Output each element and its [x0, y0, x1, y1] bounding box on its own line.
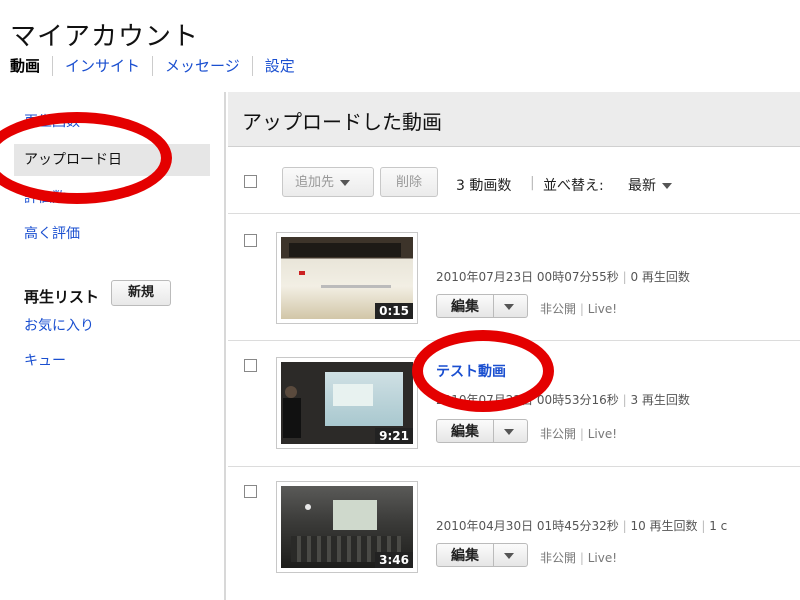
- thumbnail-image: 9:21: [281, 362, 413, 444]
- video-thumbnail[interactable]: 0:15: [276, 232, 418, 324]
- sidebar-item-upload-date[interactable]: アップロード日: [14, 144, 210, 176]
- add-to-button[interactable]: 追加先: [282, 167, 374, 197]
- toolbar-separator: |: [530, 175, 535, 191]
- edit-menu-button[interactable]: [494, 543, 528, 567]
- video-date: 2010年04月30日: [436, 519, 534, 533]
- video-toolbar: 追加先 削除 3 動画数 | 並べ替え: 最新: [228, 147, 800, 214]
- video-meta: 2010年07月22日 00時53分16秒 | 3 再生回数: [436, 391, 690, 408]
- sidebar-item-favorites[interactable]: お気に入り: [14, 310, 210, 342]
- video-checkbox[interactable]: [244, 485, 257, 498]
- video-views: 3 再生回数: [630, 393, 690, 407]
- chevron-down-icon: [504, 304, 514, 310]
- video-thumbnail[interactable]: 9:21: [276, 357, 418, 449]
- delete-button[interactable]: 削除: [380, 167, 438, 197]
- video-date: 2010年07月23日: [436, 270, 534, 284]
- video-count: 3 動画数: [456, 178, 512, 194]
- page-title: マイアカウント: [10, 22, 200, 52]
- video-views: 10 再生回数: [630, 519, 698, 533]
- video-date: 2010年07月22日: [436, 393, 534, 407]
- status-separator: |: [579, 427, 584, 441]
- new-playlist-button[interactable]: 新規: [111, 280, 171, 306]
- video-title-link[interactable]: テスト動画: [436, 361, 506, 381]
- select-all-checkbox[interactable]: [244, 175, 257, 188]
- account-tabs: 動画 インサイト メッセージ 設定: [10, 56, 307, 76]
- video-views: 0 再生回数: [630, 270, 690, 284]
- sort-value: 最新: [628, 178, 656, 194]
- video-duration: 9:21: [375, 428, 413, 444]
- playlist-heading: 再生リスト: [24, 288, 100, 306]
- privacy-status: 非公開: [540, 427, 577, 441]
- meta-separator: |: [701, 519, 706, 533]
- sidebar-item-top-rated[interactable]: 高く評価: [14, 218, 210, 250]
- sidebar-item-ratings[interactable]: 評価数: [14, 182, 210, 214]
- tab-settings[interactable]: 設定: [251, 56, 307, 76]
- edit-menu-button[interactable]: [494, 294, 528, 318]
- video-duration: 3:46: [375, 552, 413, 568]
- video-thumbnail[interactable]: 3:46: [276, 481, 418, 573]
- live-status: Live!: [587, 302, 618, 316]
- main-title: アップロードした動画: [242, 110, 442, 134]
- privacy-status: 非公開: [540, 302, 577, 316]
- meta-separator: |: [622, 270, 627, 284]
- sidebar-divider: [224, 92, 226, 600]
- video-time: 00時53分16秒: [536, 393, 619, 407]
- video-status: 非公開 | Live!: [540, 425, 617, 442]
- sort-dropdown[interactable]: 最新: [628, 175, 672, 195]
- live-status: Live!: [587, 551, 618, 565]
- sidebar-item-views[interactable]: 再生回数: [14, 106, 210, 138]
- video-row: 9:21 テスト動画 2010年07月22日 00時53分16秒 | 3 再生回…: [228, 341, 800, 467]
- privacy-status: 非公開: [540, 551, 577, 565]
- main-header: アップロードした動画: [228, 92, 800, 147]
- video-meta: 2010年07月23日 00時07分55秒 | 0 再生回数: [436, 268, 690, 285]
- tab-videos[interactable]: 動画: [10, 56, 52, 76]
- edit-menu-button[interactable]: [494, 419, 528, 443]
- tab-insight[interactable]: インサイト: [52, 56, 152, 76]
- add-to-label: 追加先: [295, 175, 335, 190]
- thumbnail-image: 0:15: [281, 237, 413, 319]
- status-separator: |: [579, 551, 584, 565]
- meta-separator: |: [622, 393, 627, 407]
- video-extra: 1 c: [709, 519, 728, 533]
- chevron-down-icon: [340, 179, 351, 186]
- account-header: マイアカウント 動画 インサイト メッセージ 設定: [0, 0, 800, 90]
- video-checkbox[interactable]: [244, 359, 257, 372]
- chevron-down-icon: [662, 183, 672, 189]
- video-checkbox[interactable]: [244, 234, 257, 247]
- status-separator: |: [579, 302, 584, 316]
- live-status: Live!: [587, 427, 618, 441]
- video-status: 非公開 | Live!: [540, 549, 617, 566]
- video-meta: 2010年04月30日 01時45分32秒 | 10 再生回数 | 1 c: [436, 517, 727, 534]
- sidebar-item-queue[interactable]: キュー: [14, 345, 210, 377]
- tab-messages[interactable]: メッセージ: [152, 56, 252, 76]
- meta-separator: |: [622, 519, 627, 533]
- chevron-down-icon: [504, 553, 514, 559]
- sort-label: 並べ替え:: [543, 178, 604, 194]
- video-duration: 0:15: [375, 303, 413, 319]
- chevron-down-icon: [504, 429, 514, 435]
- thumbnail-image: 3:46: [281, 486, 413, 568]
- edit-button[interactable]: 編集: [436, 419, 494, 443]
- video-status: 非公開 | Live!: [540, 300, 617, 317]
- video-time: 01時45分32秒: [536, 519, 619, 533]
- edit-button[interactable]: 編集: [436, 543, 494, 567]
- video-row: 3:46 2010年04月30日 01時45分32秒 | 10 再生回数 | 1…: [228, 467, 800, 600]
- video-row: 0:15 2010年07月23日 00時07分55秒 | 0 再生回数 編集 非…: [228, 214, 800, 341]
- video-time: 00時07分55秒: [536, 270, 619, 284]
- edit-button[interactable]: 編集: [436, 294, 494, 318]
